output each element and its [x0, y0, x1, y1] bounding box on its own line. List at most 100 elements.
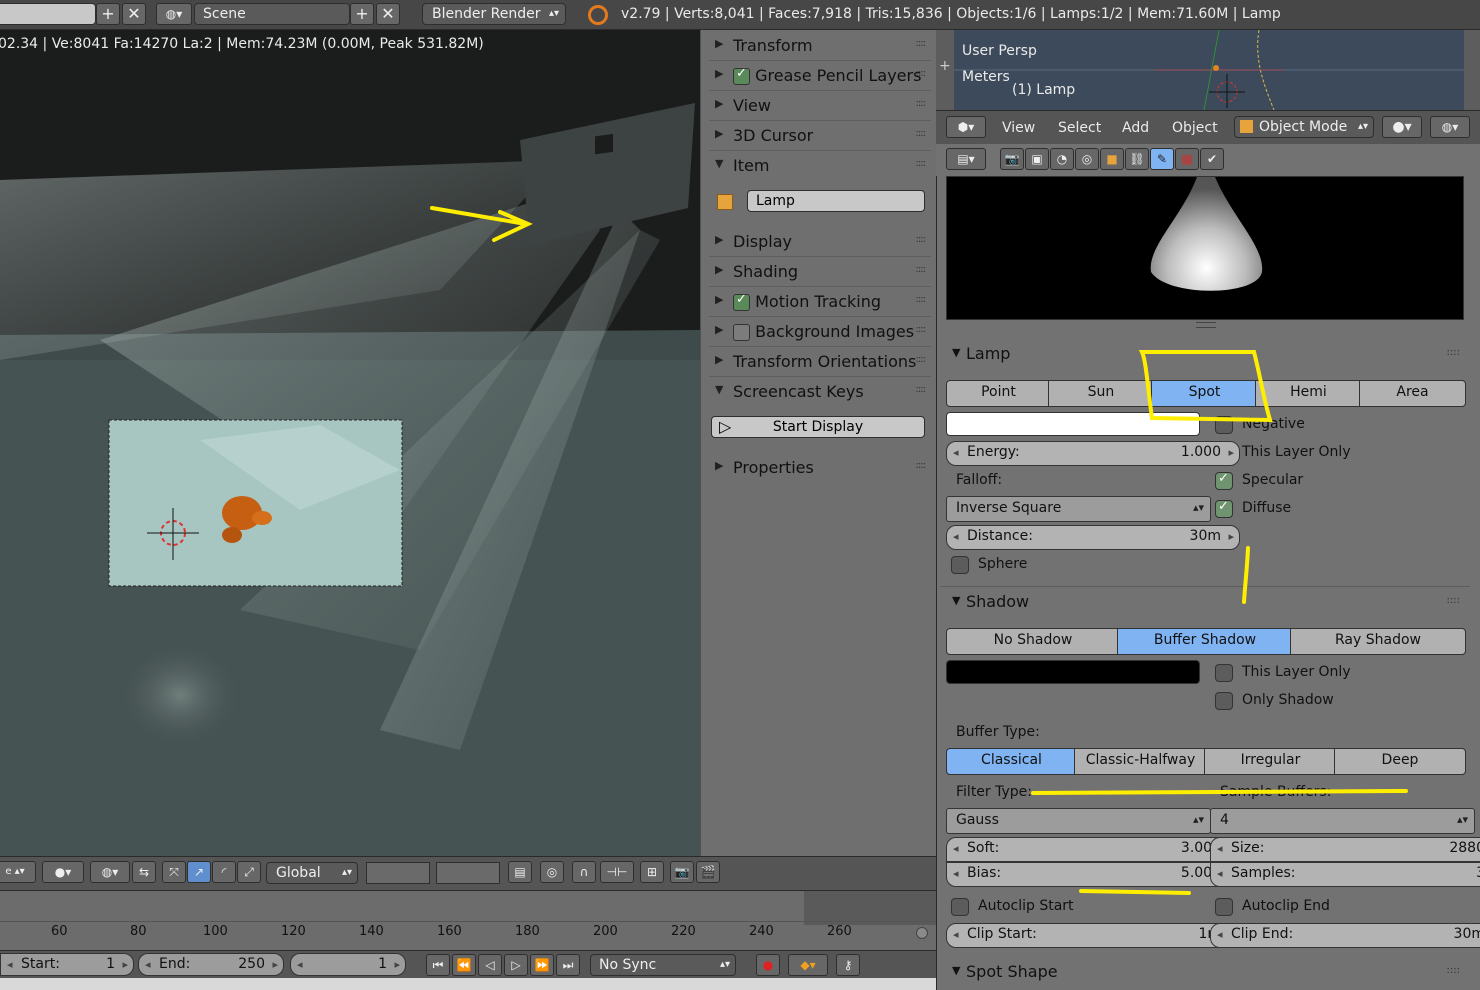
object-interaction-dropdown[interactable]: e ▴▾ [0, 861, 36, 883]
drag-grip-icon[interactable]: :::: [916, 98, 927, 109]
mini-3d-viewport[interactable]: User Persp Meters (1) Lamp [954, 30, 1464, 110]
jump-end-icon[interactable]: ⏭ [556, 954, 580, 976]
end-frame-field[interactable]: End: 250 [138, 953, 284, 976]
snap-element-dropdown-icon[interactable]: ⊣⊢ [600, 861, 634, 883]
render-tab-icon[interactable]: 📷 [1000, 148, 1024, 170]
keyframe-insert-icon[interactable]: ⚷ [836, 954, 860, 976]
jump-keyframe-back-icon[interactable]: ⏪ [452, 954, 476, 976]
drag-grip-icon[interactable]: :::: [916, 460, 927, 471]
editor-type-icon[interactable]: ⬢▾ [946, 116, 986, 138]
object-name-field[interactable]: Lamp [747, 190, 925, 212]
keying-set-icon[interactable]: ◆▾ [788, 954, 828, 976]
drag-grip-icon[interactable]: :::: [916, 38, 927, 49]
panel-view[interactable]: ▶ View :::: [709, 92, 931, 121]
menu-object[interactable]: Object [1172, 120, 1218, 136]
scene-selector-icon[interactable]: ◍▾ [156, 3, 192, 25]
collapse-arrow-icon: ▶ [715, 263, 724, 276]
drag-grip-icon[interactable]: :::: [916, 128, 927, 139]
pivot-point-icon[interactable]: ◍▾ [1430, 116, 1470, 138]
drag-grip-icon[interactable]: :::: [916, 68, 927, 79]
pivot-dropdown-icon[interactable]: ◍▾ [90, 861, 130, 883]
timeline-area[interactable]: 60 80 100 120 140 160 180 200 220 240 26… [0, 890, 936, 950]
physics-tab-icon[interactable]: ✔ [1200, 148, 1224, 170]
render-layers-tab-icon[interactable]: ▣ [1025, 148, 1049, 170]
drag-grip-icon[interactable]: :::: [916, 384, 927, 395]
opengl-animation-icon[interactable]: 🎬 [696, 861, 720, 883]
drag-grip-icon[interactable]: :::: [916, 158, 927, 169]
proportional-edit-icon[interactable]: ◎ [540, 861, 564, 883]
start-display-button[interactable]: ▷ Start Display [711, 416, 925, 438]
menu-add[interactable]: Add [1122, 120, 1149, 136]
start-frame-field[interactable]: Start: 1 [0, 953, 134, 976]
delete-scene-icon[interactable]: ✕ [376, 3, 400, 25]
panel-background-images[interactable]: ▶ Background Images :::: [709, 318, 931, 347]
viewport-shading-icon[interactable]: ●▾ [1382, 116, 1422, 138]
panel-motion-tracking[interactable]: ▶ ✓ Motion Tracking :::: [709, 288, 931, 317]
panel-display[interactable]: ▶ Display :::: [709, 228, 931, 257]
play-reverse-icon[interactable]: ◁ [478, 954, 502, 976]
drag-grip-icon[interactable]: :::: [1447, 965, 1460, 976]
transform-orientation-dropdown[interactable]: Global ▴▾ [266, 862, 358, 884]
lamp-data-tab-icon[interactable]: ✎ [1150, 148, 1174, 170]
translate-manipulator-icon[interactable]: ⤧ [162, 861, 186, 883]
drag-grip-icon[interactable]: :::: [916, 324, 927, 335]
rotate-manipulator-icon[interactable]: ↗ [187, 861, 211, 883]
menu-view[interactable]: View [1002, 120, 1035, 136]
area-split-strip[interactable]: + [936, 30, 954, 110]
clip-end-field[interactable]: Clip End: 30m [1210, 923, 1480, 948]
panel-properties[interactable]: ▶ Properties :::: [709, 454, 931, 482]
viewport-shading-dropdown-icon[interactable]: ●▾ [42, 861, 84, 883]
panel-item[interactable]: ▼ Item :::: [709, 152, 931, 180]
spot-shape-panel-header[interactable]: ▼ Spot Shape :::: [946, 960, 1466, 986]
scene-name-field[interactable]: Scene [194, 3, 350, 25]
panel-shading[interactable]: ▶ Shading :::: [709, 258, 931, 287]
snap-toggle-icon[interactable]: ∩ [572, 861, 596, 883]
jump-start-icon[interactable]: ⏮ [426, 954, 450, 976]
add-area-icon[interactable]: + [939, 58, 951, 74]
panel-grease-pencil-layers[interactable]: ▶ ✓ Grease Pencil Layers :::: [709, 62, 931, 91]
drag-grip-icon[interactable]: :::: [916, 354, 927, 365]
render-region-icon[interactable]: ⊞ [640, 861, 664, 883]
play-icon[interactable]: ▷ [504, 954, 528, 976]
screen-layout-field[interactable] [0, 3, 96, 25]
add-screen-icon[interactable]: + [96, 3, 120, 25]
record-keyframe-icon[interactable]: ● [756, 954, 780, 976]
checkbox-icon[interactable]: ✓ [733, 292, 750, 311]
properties-editor-type-icon[interactable]: ▤▾ [946, 148, 986, 170]
mode-dropdown[interactable]: Object Mode ▴▾ [1234, 116, 1374, 138]
panel-transform[interactable]: ▶ Transform :::: [709, 32, 931, 61]
lock-camera-icon[interactable]: ▤ [508, 861, 532, 883]
3d-viewport[interactable]: 02.34 | Ve:8041 Fa:14270 La:2 | Mem:74.2… [0, 30, 700, 856]
drag-grip-icon[interactable]: :::: [916, 294, 927, 305]
panel-3d-cursor[interactable]: ▶ 3D Cursor :::: [709, 122, 931, 151]
checkbox-icon[interactable]: ✓ [733, 66, 750, 85]
object-tab-icon[interactable]: ■ [1100, 148, 1124, 170]
panel-screencast-keys[interactable]: ▼ Screencast Keys :::: [709, 378, 931, 406]
jump-keyframe-forward-icon[interactable]: ⏩ [530, 954, 554, 976]
checkbox-icon[interactable] [733, 324, 750, 341]
world-tab-icon[interactable]: ◎ [1075, 148, 1099, 170]
sync-mode-dropdown[interactable]: No Sync ▴▾ [590, 954, 736, 976]
constraints-tab-icon[interactable]: ⛓ [1125, 148, 1149, 170]
delete-screen-icon[interactable]: ✕ [122, 3, 146, 25]
preview-resize-handle[interactable] [1196, 322, 1216, 328]
current-frame-field[interactable]: 1 [290, 953, 406, 976]
layer-buttons-group-2[interactable] [436, 862, 500, 884]
drag-grip-icon[interactable]: :::: [916, 264, 927, 275]
panel-transform-orientations[interactable]: ▶ Transform Orientations :::: [709, 348, 931, 377]
spot-lamp-gobo[interactable] [520, 53, 695, 245]
clip-start-field[interactable]: Clip Start: 1m [946, 923, 1240, 948]
manipulator-toggle-icon[interactable]: ⇆ [132, 861, 156, 883]
layer-buttons-group-1[interactable] [366, 862, 430, 884]
scale-manipulator-icon[interactable]: ⤢ [237, 861, 261, 883]
scale-curve-icon[interactable]: ◜ [212, 861, 236, 883]
opengl-render-icon[interactable]: 📷 [670, 861, 694, 883]
mini-viewport-scrollbar[interactable] [1464, 30, 1480, 110]
timeline-scroll-handle[interactable] [916, 927, 928, 939]
menu-select[interactable]: Select [1058, 120, 1101, 136]
scene-tab-icon[interactable]: ◔ [1050, 148, 1074, 170]
render-engine-dropdown[interactable]: Blender Render ▴▾ [422, 3, 566, 25]
drag-grip-icon[interactable]: :::: [916, 234, 927, 245]
add-scene-icon[interactable]: + [350, 3, 374, 25]
texture-tab-icon[interactable]: ▩ [1175, 148, 1199, 170]
